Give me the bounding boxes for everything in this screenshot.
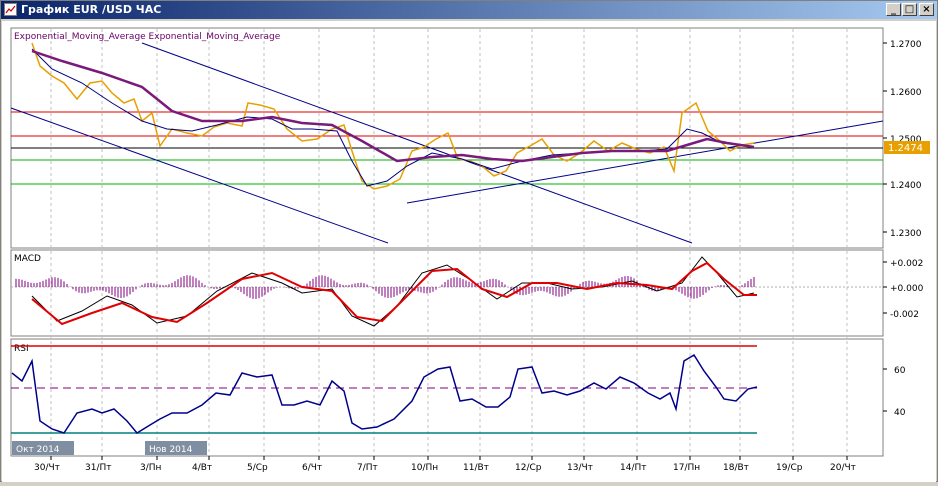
x-axis-label: 4/Вт <box>192 463 212 473</box>
current-price-text: 1.2474 <box>888 143 923 154</box>
month-marker-oct-text: Окт 2014 <box>16 445 60 455</box>
minimize-icon: _ <box>891 4 896 15</box>
macd-y-tick-label: +0.002 <box>890 259 923 269</box>
x-axis-label: 5/Ср <box>247 463 268 473</box>
maximize-icon: □ <box>904 4 915 15</box>
rsi-y-tick-label: 60 <box>894 366 906 376</box>
macd-label: MACD <box>14 254 41 264</box>
x-axis-label: 6/Чт <box>302 463 322 473</box>
rsi-y-axis: 60 40 <box>883 366 906 418</box>
rsi-panel[interactable] <box>10 338 884 457</box>
x-axis-label: 17/Пн <box>673 463 700 473</box>
price-indicator-label: Exponential_Moving_Average Exponential_M… <box>14 32 281 42</box>
x-axis-label: 10/Пн <box>411 463 438 473</box>
price-y-tick-label: 1.2600 <box>890 88 922 98</box>
price-y-axis: 1.27001.26001.25001.24001.2300 <box>883 40 922 239</box>
x-axis-label: 20/Чт <box>830 463 856 473</box>
chart-app-icon <box>4 3 17 16</box>
minimize-button[interactable]: _ <box>886 3 901 16</box>
window-title: График EUR /USD ЧАС <box>21 3 162 16</box>
macd-y-tick-label: -0.002 <box>890 310 919 320</box>
maximize-button[interactable]: □ <box>902 3 917 16</box>
x-axis: 30/Чт 31/Пт 3/Пн 4/Вт 5/Ср 6/Чт 7/Пт 10/Пн 11/Вт… <box>34 456 856 473</box>
x-axis-label: 14/Пт <box>620 463 647 473</box>
month-marker-nov-text: Нов 2014 <box>149 445 193 455</box>
x-axis-label: 11/Вт <box>463 463 489 473</box>
price-y-tick-label: 1.2300 <box>890 229 922 239</box>
x-axis-label: 12/Ср <box>515 463 542 473</box>
chart-svg[interactable]: Exponential_Moving_Average Exponential_M… <box>2 21 936 482</box>
close-icon: × <box>922 4 931 15</box>
x-axis-label: 7/Пт <box>357 463 378 473</box>
chart-area[interactable]: Exponential_Moving_Average Exponential_M… <box>2 21 936 482</box>
x-axis-label: 18/Вт <box>723 463 749 473</box>
title-bar[interactable]: График EUR /USD ЧАС _ □ × <box>1 1 937 19</box>
price-y-tick-label: 1.2400 <box>890 181 922 191</box>
rsi-y-tick-label: 40 <box>894 408 906 418</box>
macd-y-tick-label: +0.000 <box>890 284 924 294</box>
price-panel[interactable] <box>10 27 884 249</box>
chart-window: График EUR /USD ЧАС _ □ × Exponential_Mo… <box>0 0 938 482</box>
x-axis-label: 31/Пт <box>85 463 112 473</box>
close-button[interactable]: × <box>919 3 934 16</box>
price-y-tick-label: 1.2700 <box>890 40 922 50</box>
x-axis-label: 19/Ср <box>776 463 803 473</box>
macd-y-axis: +0.002 +0.000 -0.002 <box>883 259 924 320</box>
x-axis-label: 30/Чт <box>34 463 60 473</box>
x-axis-label: 13/Чт <box>567 463 593 473</box>
x-axis-label: 3/Пн <box>140 463 162 473</box>
